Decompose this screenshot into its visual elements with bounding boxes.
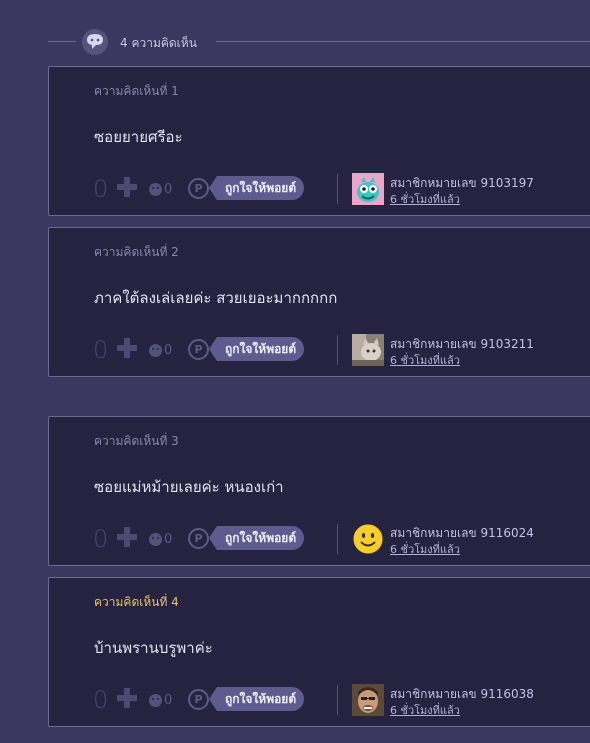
emotion-count: 0 bbox=[164, 532, 173, 547]
emotion-icon[interactable] bbox=[149, 694, 162, 707]
divider bbox=[48, 41, 76, 42]
divider bbox=[337, 685, 338, 715]
like-give-point-button[interactable]: ถูกใจให้พอยต์ bbox=[208, 176, 305, 200]
like-give-point-button[interactable]: ถูกใจให้พอยต์ bbox=[208, 687, 305, 711]
comment-number: ความคิดเห็นที่ 1 bbox=[94, 84, 179, 98]
comment-number: ความคิดเห็นที่ 2 bbox=[94, 245, 179, 259]
vote-score: 0 bbox=[93, 175, 109, 203]
person-photo-avatar[interactable] bbox=[352, 684, 384, 716]
emotion-count: 0 bbox=[164, 182, 173, 197]
timestamp-link[interactable]: 6 ชั่วโมงที่แล้ว bbox=[390, 701, 460, 719]
emotion-count: 0 bbox=[164, 343, 173, 358]
point-icon[interactable]: P bbox=[188, 689, 209, 710]
divider bbox=[216, 41, 590, 42]
vote-score: 0 bbox=[93, 686, 109, 714]
like-give-point-button[interactable]: ถูกใจให้พอยต์ bbox=[208, 526, 305, 550]
comment-card: ความคิดเห็นที่ 4 บ้านพรานบรูพาค่ะ 0 0 P … bbox=[48, 577, 590, 727]
comment-text: บ้านพรานบรูพาค่ะ bbox=[94, 639, 213, 657]
plus-vote-icon[interactable] bbox=[117, 177, 137, 197]
emotion-icon[interactable] bbox=[149, 344, 162, 357]
divider bbox=[337, 524, 338, 554]
comment-number: ความคิดเห็นที่ 4 bbox=[94, 595, 179, 609]
comment-text: ซอยยายศรีอะ bbox=[94, 128, 183, 146]
emotion-icon[interactable] bbox=[149, 183, 162, 196]
comment-card: ความคิดเห็นที่ 1 ซอยยายศรีอะ 0 0 P ถูกใจ… bbox=[48, 66, 590, 216]
timestamp-link[interactable]: 6 ชั่วโมงที่แล้ว bbox=[390, 190, 460, 208]
comment-card: ความคิดเห็นที่ 2 ภาคใต้ลงเล่เลยค่ะ สวยเย… bbox=[48, 227, 590, 377]
point-icon[interactable]: P bbox=[188, 178, 209, 199]
comment-card: ความคิดเห็นที่ 3 ซอยแม่หม้ายเลยค่ะ หนองเ… bbox=[48, 416, 590, 566]
plus-vote-icon[interactable] bbox=[117, 688, 137, 708]
vote-score: 0 bbox=[93, 336, 109, 364]
vote-score: 0 bbox=[93, 525, 109, 553]
smiley-avatar[interactable] bbox=[352, 523, 384, 555]
plus-vote-icon[interactable] bbox=[117, 338, 137, 358]
point-icon[interactable]: P bbox=[188, 339, 209, 360]
comment-count: 4 ความคิดเห็น bbox=[120, 36, 197, 50]
monster-avatar[interactable] bbox=[352, 173, 384, 205]
comment-text: ซอยแม่หม้ายเลยค่ะ หนองเก่า bbox=[94, 478, 284, 496]
point-icon[interactable]: P bbox=[188, 528, 209, 549]
emotion-icon[interactable] bbox=[149, 533, 162, 546]
comment-text: ภาคใต้ลงเล่เลยค่ะ สวยเยอะมากกกกก bbox=[94, 289, 338, 307]
comment-number: ความคิดเห็นที่ 3 bbox=[94, 434, 179, 448]
timestamp-link[interactable]: 6 ชั่วโมงที่แล้ว bbox=[390, 540, 460, 558]
divider bbox=[337, 335, 338, 365]
comments-header: 4 ความคิดเห็น bbox=[48, 29, 590, 55]
divider bbox=[337, 174, 338, 204]
cat-photo-avatar[interactable] bbox=[352, 334, 384, 366]
like-give-point-button[interactable]: ถูกใจให้พอยต์ bbox=[208, 337, 305, 361]
emotion-count: 0 bbox=[164, 693, 173, 708]
comment-bubble-icon bbox=[82, 29, 108, 55]
timestamp-link[interactable]: 6 ชั่วโมงที่แล้ว bbox=[390, 351, 460, 369]
plus-vote-icon[interactable] bbox=[117, 527, 137, 547]
